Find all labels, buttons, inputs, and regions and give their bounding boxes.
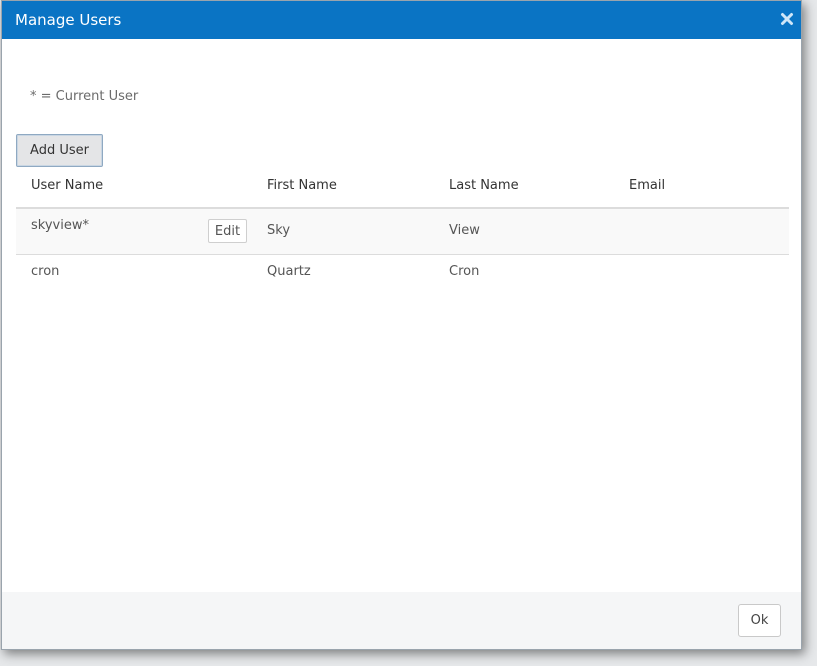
dialog-footer: Ok bbox=[2, 592, 801, 649]
cell-first-name: Quartz bbox=[267, 264, 311, 279]
table-row: skyview* Edit Sky View bbox=[16, 209, 789, 255]
cell-last-name: View bbox=[449, 223, 480, 238]
table-row: cron Quartz Cron bbox=[16, 255, 789, 300]
column-header-last-name: Last Name bbox=[449, 178, 519, 193]
dialog-title: Manage Users bbox=[15, 11, 122, 29]
users-table: User Name First Name Last Name Email sky… bbox=[16, 168, 789, 300]
close-icon[interactable] bbox=[779, 11, 795, 27]
current-user-note: * = Current User bbox=[30, 89, 139, 104]
cell-first-name: Sky bbox=[267, 223, 291, 238]
manage-users-dialog: Manage Users * = Current User Add User U… bbox=[1, 0, 802, 650]
table-header: User Name First Name Last Name Email bbox=[16, 168, 789, 209]
dialog-titlebar: Manage Users bbox=[2, 1, 801, 39]
edit-user-button[interactable]: Edit bbox=[208, 219, 247, 243]
cell-last-name: Cron bbox=[449, 264, 480, 279]
cell-user-name: cron bbox=[31, 264, 60, 279]
column-header-user-name: User Name bbox=[31, 178, 104, 193]
cell-user-name: skyview* bbox=[31, 218, 89, 233]
add-user-button[interactable]: Add User bbox=[16, 134, 103, 167]
column-header-email: Email bbox=[629, 178, 666, 193]
ok-button[interactable]: Ok bbox=[738, 604, 781, 637]
column-header-first-name: First Name bbox=[267, 178, 337, 193]
